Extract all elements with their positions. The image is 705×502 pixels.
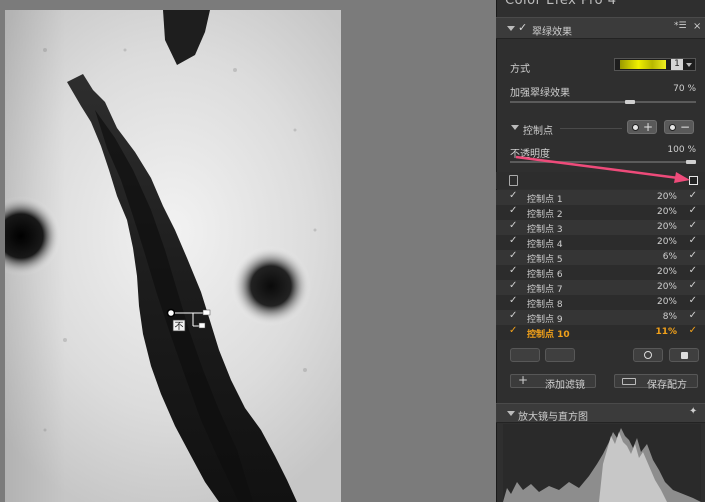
enhance-label: 加强翠绿效果 xyxy=(510,88,570,99)
control-point-opacity: 20% xyxy=(656,297,677,307)
vignette xyxy=(5,10,341,502)
control-point-name: 控制点 2 xyxy=(527,210,563,220)
arrow-annotation xyxy=(515,155,690,183)
select-checkbox[interactable]: ✓ xyxy=(689,295,697,306)
duplicate-point-button[interactable] xyxy=(633,348,663,362)
control-point-icon xyxy=(644,351,652,359)
loupe-header[interactable]: 放大镜与直方图 ✦ xyxy=(496,403,705,423)
plus-icon: + xyxy=(642,120,653,134)
control-point-widget[interactable]: 不 xyxy=(163,306,223,346)
minus-icon: − xyxy=(679,120,690,134)
add-filter-label: 添加滤镜 xyxy=(545,380,585,391)
visibility-checkbox[interactable]: ✓ xyxy=(509,325,517,336)
visibility-checkbox[interactable]: ✓ xyxy=(509,310,517,321)
control-point-opacity: 6% xyxy=(662,252,677,262)
select-checkbox[interactable]: ✓ xyxy=(689,235,697,246)
trash-icon xyxy=(681,352,688,359)
control-point-opacity: 20% xyxy=(656,222,677,232)
control-point-name: 控制点 10 xyxy=(527,330,570,340)
control-point-name: 控制点 1 xyxy=(527,195,563,205)
control-point-row[interactable]: ✓ 控制点 3 20% ✓ xyxy=(496,220,705,235)
control-point-name: 控制点 5 xyxy=(527,255,563,265)
collapse-triangle-icon[interactable] xyxy=(507,26,515,31)
visibility-checkbox[interactable]: ✓ xyxy=(509,235,517,246)
filter-close-icon[interactable]: × xyxy=(693,21,701,32)
control-point-name: 控制点 8 xyxy=(527,300,563,310)
svg-text:不: 不 xyxy=(174,321,183,332)
visibility-checkbox[interactable]: ✓ xyxy=(509,280,517,291)
delete-point-button[interactable] xyxy=(669,348,699,362)
divider xyxy=(560,128,622,129)
method-dropdown[interactable]: 1 xyxy=(614,58,696,71)
enhance-slider-thumb[interactable] xyxy=(625,100,636,104)
control-point-name: 控制点 9 xyxy=(527,315,563,325)
control-point-opacity: 8% xyxy=(662,312,677,322)
select-checkbox[interactable]: ✓ xyxy=(689,280,697,291)
filter-header[interactable]: ✓ 翠绿效果 *☰ × xyxy=(496,17,705,39)
select-checkbox[interactable]: ✓ xyxy=(689,190,697,201)
select-checkbox[interactable]: ✓ xyxy=(689,220,697,231)
filter-menu-icon[interactable]: *☰ xyxy=(674,21,687,31)
control-point-opacity: 20% xyxy=(656,207,677,217)
method-swatch xyxy=(620,60,666,69)
control-point-opacity: 11% xyxy=(655,327,677,337)
collapse-triangle-icon[interactable] xyxy=(511,125,519,130)
visibility-checkbox[interactable]: ✓ xyxy=(509,250,517,261)
preset-icon xyxy=(622,378,636,385)
filter-enable-checkbox[interactable]: ✓ xyxy=(518,21,527,34)
control-point-opacity: 20% xyxy=(656,267,677,277)
select-checkbox[interactable]: ✓ xyxy=(689,310,697,321)
control-point-name: 控制点 6 xyxy=(527,270,563,280)
control-point-row[interactable]: ✓ 控制点 8 20% ✓ xyxy=(496,295,705,310)
histogram-graph xyxy=(503,428,701,502)
enhance-value: 70 % xyxy=(673,84,696,94)
control-point-icon xyxy=(669,124,676,131)
control-point-row[interactable]: ✓ 控制点 1 20% ✓ xyxy=(496,190,705,205)
select-checkbox[interactable]: ✓ xyxy=(689,250,697,261)
control-point-name: 控制点 3 xyxy=(527,225,563,235)
control-point-row[interactable]: ✓ 控制点 6 20% ✓ xyxy=(496,265,705,280)
photo-preview[interactable]: 不 xyxy=(5,10,341,502)
group-points-button[interactable] xyxy=(510,348,540,362)
control-point-opacity: 20% xyxy=(656,282,677,292)
remove-control-point-button[interactable]: − xyxy=(664,120,694,134)
control-points-header: 控制点 xyxy=(523,126,553,137)
pin-icon[interactable]: ✦ xyxy=(689,406,697,417)
visibility-checkbox[interactable]: ✓ xyxy=(509,220,517,231)
select-checkbox[interactable]: ✓ xyxy=(689,205,697,216)
image-canvas[interactable]: 不 xyxy=(0,0,496,502)
control-point-row[interactable]: ✓ 控制点 7 20% ✓ xyxy=(496,280,705,295)
chevron-down-icon xyxy=(686,63,692,67)
visibility-checkbox[interactable]: ✓ xyxy=(509,205,517,216)
select-checkbox[interactable]: ✓ xyxy=(689,325,697,336)
enhance-slider-track[interactable] xyxy=(510,101,696,103)
control-point-row[interactable]: ✓ 控制点 5 6% ✓ xyxy=(496,250,705,265)
control-point-opacity: 20% xyxy=(656,237,677,247)
control-point-row[interactable]: ✓ 控制点 10 11% ✓ xyxy=(496,325,705,340)
save-preset-button[interactable]: 保存配方 xyxy=(614,374,698,391)
app-title: Color Efex Pro 4 xyxy=(505,0,617,8)
control-point-row[interactable]: ✓ 控制点 2 20% ✓ xyxy=(496,205,705,220)
control-point-row[interactable]: ✓ 控制点 4 20% ✓ xyxy=(496,235,705,250)
control-point-name: 控制点 4 xyxy=(527,240,563,250)
method-label: 方式 xyxy=(510,64,530,75)
loupe-title: 放大镜与直方图 xyxy=(518,412,588,423)
collapse-triangle-icon[interactable] xyxy=(507,411,515,416)
plus-icon: + xyxy=(518,373,529,387)
control-point-name: 控制点 7 xyxy=(527,285,563,295)
histogram xyxy=(503,424,701,502)
visibility-checkbox[interactable]: ✓ xyxy=(509,265,517,276)
method-value: 1 xyxy=(671,59,683,70)
visibility-checkbox[interactable]: ✓ xyxy=(509,190,517,201)
control-point-opacity: 20% xyxy=(656,192,677,202)
control-point-row[interactable]: ✓ 控制点 9 8% ✓ xyxy=(496,310,705,325)
ungroup-points-button[interactable] xyxy=(545,348,575,362)
select-checkbox[interactable]: ✓ xyxy=(689,265,697,276)
add-control-point-button[interactable]: + xyxy=(627,120,657,134)
add-filter-button[interactable]: + 添加滤镜 xyxy=(510,373,596,391)
filter-name: 翠绿效果 xyxy=(532,27,572,38)
save-preset-label: 保存配方 xyxy=(647,380,687,391)
control-point-icon xyxy=(632,124,639,131)
visibility-checkbox[interactable]: ✓ xyxy=(509,295,517,306)
